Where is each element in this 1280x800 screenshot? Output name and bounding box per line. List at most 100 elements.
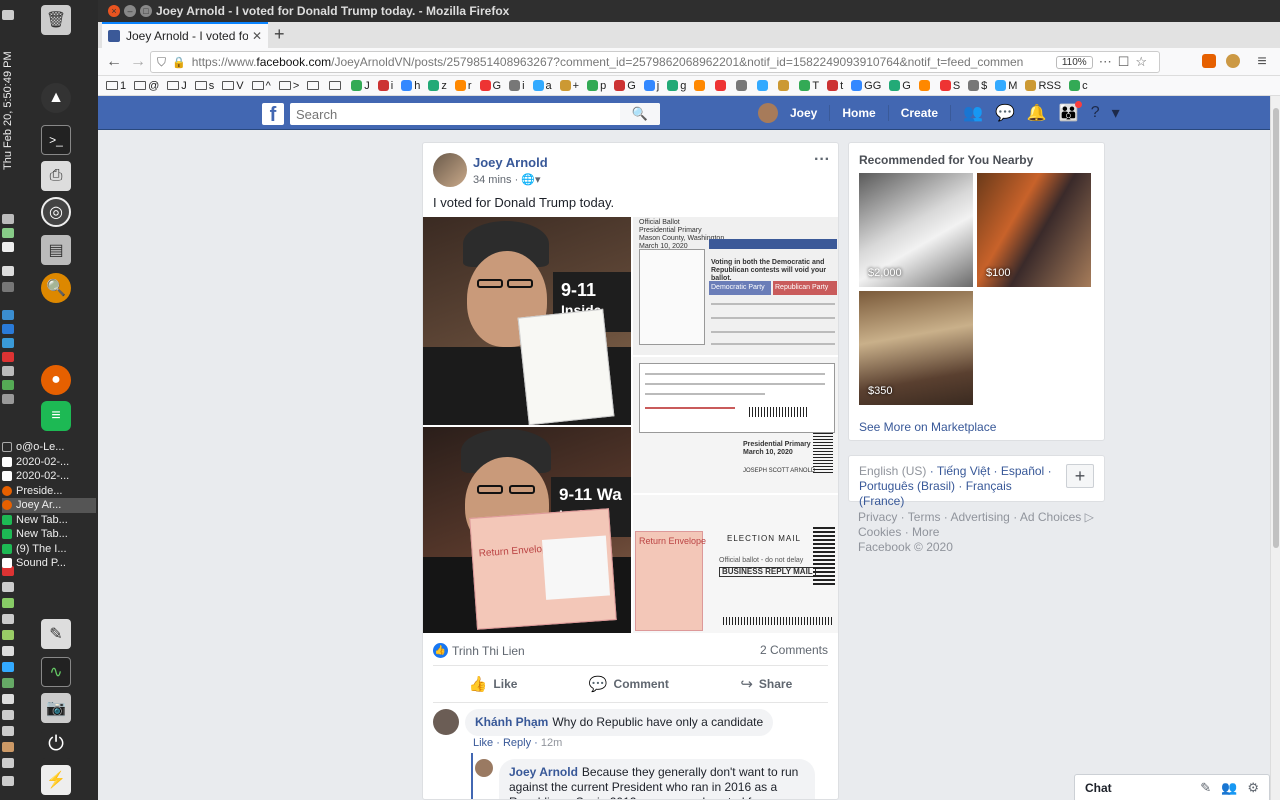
avatar[interactable] — [433, 709, 459, 735]
bookmark-item[interactable]: a — [532, 80, 552, 92]
groups-icon[interactable]: 👪 — [1059, 101, 1082, 123]
window-item[interactable]: 2020-02-... — [2, 455, 96, 470]
url-bar[interactable]: ⛉ 🔒 https://www.facebook.com/JoeyArnoldV… — [150, 51, 1160, 73]
bookmark-item[interactable] — [694, 80, 707, 91]
new-message-icon[interactable]: ✎ — [1200, 780, 1211, 796]
scrollbar-thumb[interactable] — [1273, 108, 1279, 548]
footer-link[interactable]: Advertising — [950, 510, 1009, 524]
tray-icon[interactable] — [2, 352, 14, 362]
tray-icon[interactable] — [2, 324, 14, 334]
window-item-active[interactable]: Joey Ar... — [2, 498, 96, 513]
bookmark-item[interactable]: S — [939, 80, 960, 92]
close-tab-icon[interactable]: ✕ — [252, 29, 262, 43]
like-button[interactable]: 👍 Like — [469, 675, 518, 693]
bookmark-item[interactable]: G — [614, 80, 636, 92]
tray-icon[interactable] — [2, 338, 14, 348]
window-item[interactable]: 2020-02-... — [2, 469, 96, 484]
tray-icon[interactable] — [2, 776, 14, 786]
marketplace-item[interactable]: $350 — [859, 291, 973, 405]
window-item[interactable]: New Tab... — [2, 513, 96, 528]
marketplace-item[interactable]: $100 — [977, 173, 1091, 287]
power-icon[interactable]: ⏻ — [38, 726, 74, 762]
new-tab-button[interactable]: + — [274, 24, 285, 45]
create-link[interactable]: Create — [901, 106, 938, 120]
comment-like-link[interactable]: Like — [473, 737, 493, 749]
post-photo[interactable]: 9-11 Inside — [423, 217, 631, 425]
bookmark-item[interactable]: i — [509, 80, 525, 92]
post-time[interactable]: 34 mins · 🌐▾ — [473, 173, 541, 186]
post-photo[interactable]: 9-11 Wa Inside Return Envelope — [423, 427, 631, 633]
comment-author[interactable]: Khánh Phạm — [475, 715, 548, 729]
tray-icon[interactable] — [2, 394, 14, 404]
bookmark-item[interactable]: T — [799, 80, 819, 92]
post-photo[interactable]: Official Ballot Presidential Primary Mas… — [633, 217, 838, 355]
forward-button[interactable]: → — [128, 52, 148, 72]
launcher-icon[interactable]: ▲ — [38, 80, 74, 116]
bookmark-item[interactable]: z — [428, 80, 447, 92]
share-button[interactable]: ↪ Share — [740, 675, 792, 693]
metamask-icon[interactable] — [1226, 54, 1240, 68]
bookmark-item[interactable]: ^ — [251, 80, 271, 92]
add-language-button[interactable]: + — [1066, 464, 1094, 488]
help-icon[interactable]: ? — [1091, 104, 1100, 122]
bookmark-item[interactable]: j — [643, 80, 659, 92]
tray-icon[interactable] — [2, 742, 14, 752]
bookmark-item[interactable] — [736, 80, 749, 91]
tray-icon[interactable] — [2, 710, 14, 720]
marketplace-item[interactable]: $2,000 — [859, 173, 973, 287]
tray-icon[interactable] — [2, 758, 14, 768]
bookmark-item[interactable]: + — [559, 80, 579, 92]
post-photo[interactable]: Presidential Primary March 10, 2020 JOSE… — [633, 357, 838, 493]
window-item[interactable]: o@o-Le... — [2, 440, 96, 455]
trash-icon[interactable]: 🗑 — [38, 2, 74, 38]
menu-icon[interactable]: ≡ — [1252, 52, 1272, 72]
bookmark-item[interactable]: $ — [968, 80, 987, 92]
bookmark-item[interactable]: GG — [851, 80, 881, 92]
home-link[interactable]: Home — [842, 106, 875, 120]
bookmark-item[interactable] — [715, 80, 728, 91]
avatar[interactable] — [475, 759, 493, 777]
tray-icon[interactable] — [2, 630, 14, 640]
account-menu-icon[interactable]: ▾ — [1112, 103, 1120, 123]
facebook-search-input[interactable] — [290, 103, 660, 125]
bookmark-item[interactable]: RSS — [1025, 80, 1061, 92]
language-link[interactable]: Tiếng Việt — [937, 464, 990, 478]
tray-icon[interactable] — [2, 662, 14, 672]
footer-link[interactable]: More — [912, 525, 939, 539]
extension-icon[interactable] — [1202, 54, 1216, 68]
bookmark-item[interactable]: t — [827, 80, 843, 92]
footer-link[interactable]: Privacy — [858, 510, 897, 524]
tray-icon[interactable] — [2, 678, 14, 688]
group-chat-icon[interactable]: 👥 — [1221, 780, 1237, 796]
tab-active[interactable]: Joey Arnold - I voted for ✕ — [102, 22, 268, 48]
spotify-icon[interactable]: ≡ — [38, 398, 74, 434]
close-window-button[interactable]: × — [108, 5, 120, 17]
file-cabinet-icon[interactable]: ▤ — [38, 232, 74, 268]
ubuntu-icon[interactable]: ◎ — [38, 194, 74, 230]
tray-icon[interactable] — [2, 310, 14, 320]
tray-icon[interactable] — [2, 614, 14, 624]
bookmark-item[interactable] — [757, 80, 770, 91]
camera-icon[interactable]: 📷 — [38, 690, 74, 726]
page-scrollbar[interactable] — [1270, 96, 1280, 800]
volume-icon[interactable] — [2, 242, 14, 252]
reaction-summary[interactable]: 👍 Trinh Thi Lien — [433, 643, 525, 658]
page-actions-icon[interactable]: ⋯☐☆ — [1099, 54, 1153, 70]
tray-icon[interactable] — [2, 10, 14, 20]
lock-icon[interactable]: 🔒 — [172, 56, 186, 69]
tray-icon[interactable] — [2, 598, 14, 608]
tray-icon[interactable] — [2, 282, 14, 292]
avatar[interactable] — [758, 103, 778, 123]
bookmark-item[interactable]: @ — [134, 80, 159, 92]
comment-button[interactable]: 💬 Comment — [589, 675, 669, 693]
post-author[interactable]: Joey Arnold — [473, 155, 548, 170]
comment-author[interactable]: Joey Arnold — [509, 765, 578, 779]
avatar[interactable] — [433, 153, 467, 187]
reactor-name[interactable]: Trinh Thi Lien — [452, 644, 525, 658]
bookmark-item[interactable] — [329, 81, 343, 90]
bookmark-item[interactable]: g — [667, 80, 686, 92]
chat-label[interactable]: Chat — [1085, 781, 1190, 795]
window-item[interactable]: (9) The I... — [2, 542, 96, 557]
bookmark-item[interactable] — [778, 80, 791, 91]
bookmark-item[interactable]: r — [454, 80, 472, 92]
